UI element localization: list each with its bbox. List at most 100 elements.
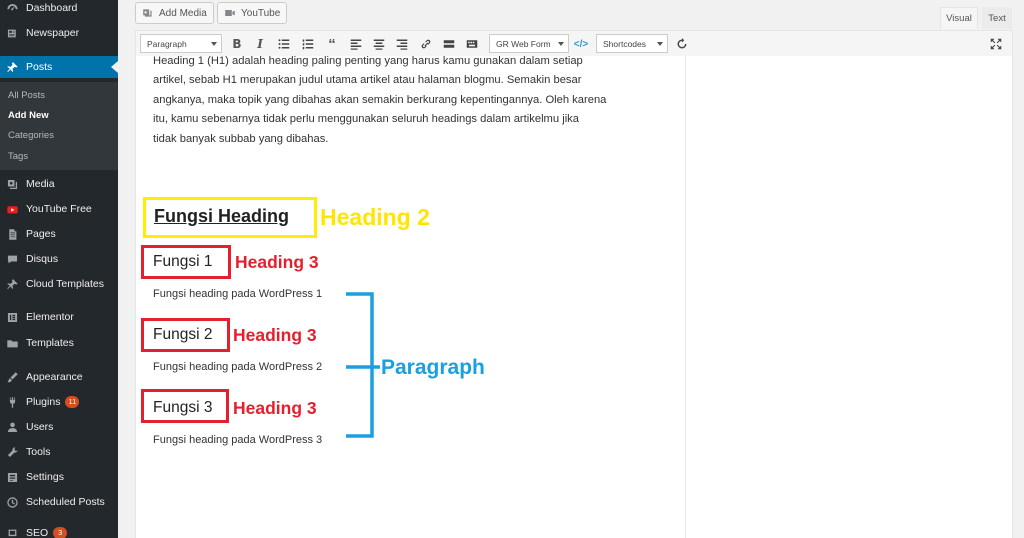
shortcodes-value: Shortcodes — [603, 38, 646, 49]
paragraph-line: Heading 1 (H1) adalah heading paling pen… — [153, 56, 583, 67]
paragraph-line: tidak banyak subbab yang dibahas. — [153, 132, 329, 145]
add-media-label: Add Media — [159, 7, 207, 19]
link-icon[interactable] — [418, 36, 434, 52]
bullet-list-icon[interactable] — [276, 36, 292, 52]
format-select-value: Paragraph — [147, 38, 187, 49]
read-more-icon[interactable] — [441, 36, 457, 52]
admin-sidebar: Dashboard Newspaper Posts All Posts Add … — [0, 0, 118, 538]
tab-text[interactable]: Text — [982, 7, 1012, 29]
numbered-list-icon[interactable] — [300, 36, 316, 52]
sidebar-item-label: Disqus — [26, 253, 59, 265]
sidebar-item-dashboard[interactable]: Dashboard — [0, 0, 118, 19]
submenu-tags[interactable]: Tags — [0, 146, 118, 166]
sidebar-item-appearance[interactable]: Appearance — [0, 366, 118, 388]
sidebar-item-scheduled-posts[interactable]: Scheduled Posts — [0, 491, 118, 513]
editor-toolbar: Paragraph B I “ GR Web Form </> Shortcod… — [135, 30, 1013, 56]
heading-3-highlight-box — [141, 318, 230, 352]
sidebar-item-users[interactable]: Users — [0, 416, 118, 438]
sidebar-item-cloud-templates[interactable]: Cloud Templates — [0, 273, 118, 295]
sidebar-item-label: Dashboard — [26, 2, 78, 14]
align-right-icon[interactable] — [394, 36, 410, 52]
align-center-icon[interactable] — [371, 36, 387, 52]
pages-icon — [5, 227, 19, 241]
sidebar-item-templates[interactable]: Templates — [0, 332, 118, 354]
sidebar-item-plugins[interactable]: Plugins 11 — [0, 391, 118, 413]
seo-icon — [5, 526, 19, 538]
submenu-categories[interactable]: Categories — [0, 125, 118, 145]
sidebar-item-media[interactable]: Media — [0, 173, 118, 195]
chevron-down-icon — [657, 42, 663, 46]
sidebar-item-label: Media — [26, 178, 55, 190]
gr-web-form-value: GR Web Form — [496, 38, 551, 49]
folder-icon — [5, 336, 19, 350]
elementor-icon — [5, 310, 19, 324]
settings-icon — [5, 470, 19, 484]
clock-icon — [5, 495, 19, 509]
submenu-all-posts[interactable]: All Posts — [0, 85, 118, 105]
sidebar-item-label: SEO — [26, 527, 49, 538]
sidebar-item-seo[interactable]: SEO 3 — [0, 522, 118, 538]
gr-web-form-select[interactable]: GR Web Form — [489, 34, 569, 53]
sidebar-item-pages[interactable]: Pages — [0, 223, 118, 245]
sidebar-item-label: Pages — [26, 228, 56, 240]
sidebar-item-settings[interactable]: Settings — [0, 466, 118, 488]
italic-icon[interactable]: I — [252, 36, 268, 52]
tools-icon — [5, 445, 19, 459]
pushpin-icon — [5, 277, 19, 291]
paragraph-annotation: Paragraph — [381, 356, 485, 379]
youtube-camera-icon — [225, 10, 235, 16]
format-select[interactable]: Paragraph — [140, 34, 222, 53]
sidebar-item-label: Tools — [26, 446, 51, 458]
fullscreen-icon[interactable] — [988, 36, 1004, 52]
heading-3-highlight-box — [141, 245, 231, 279]
media-icon — [5, 177, 19, 191]
heading-3-annotation: Heading 3 — [233, 325, 317, 345]
add-media-icon — [143, 9, 152, 17]
users-icon — [5, 420, 19, 434]
bold-icon[interactable]: B — [229, 36, 245, 52]
section-paragraph: Fungsi heading pada WordPress 1 — [153, 288, 323, 300]
paragraph-bracket — [346, 292, 380, 438]
pushpin-icon — [5, 60, 19, 74]
plugin-icon — [5, 395, 19, 409]
tab-visual[interactable]: Visual — [940, 7, 978, 29]
heading-3-annotation: Heading 3 — [233, 398, 317, 418]
toolbar-toggle-icon[interactable] — [464, 36, 480, 52]
brush-icon — [5, 370, 19, 384]
blockquote-icon[interactable]: “ — [324, 36, 340, 53]
wp-editor-screen: Dashboard Newspaper Posts All Posts Add … — [0, 0, 1024, 538]
sidebar-item-posts[interactable]: Posts — [0, 56, 118, 78]
intro-paragraph: Heading 1 (H1) adalah heading paling pen… — [153, 56, 669, 149]
sidebar-item-disqus[interactable]: Disqus — [0, 248, 118, 270]
sidebar-item-newspaper[interactable]: Newspaper — [0, 22, 118, 44]
paragraph-line: angkanya, maka topik yang dibahas akan s… — [153, 93, 607, 106]
sidebar-item-label: Settings — [26, 471, 64, 483]
shortcodes-select[interactable]: Shortcodes — [596, 34, 668, 53]
code-embed-icon[interactable]: </> — [573, 36, 589, 52]
editor-content-area[interactable]: Heading 1 (H1) adalah heading paling pen… — [135, 56, 686, 538]
heading-2-annotation: Heading 2 — [320, 204, 430, 230]
sidebar-item-label: Users — [26, 421, 54, 433]
sidebar-item-tools[interactable]: Tools — [0, 441, 118, 463]
section-paragraph: Fungsi heading pada WordPress 3 — [153, 434, 323, 446]
editor-right-area — [686, 56, 1013, 538]
chevron-down-icon — [558, 42, 564, 46]
refresh-icon[interactable] — [674, 36, 690, 52]
disqus-icon — [5, 252, 19, 266]
align-left-icon[interactable] — [348, 36, 364, 52]
sidebar-item-label: Cloud Templates — [26, 278, 105, 290]
youtube-icon — [5, 202, 19, 216]
sidebar-item-label: YouTube Free — [26, 203, 92, 215]
sidebar-item-label: Scheduled Posts — [26, 496, 105, 508]
sidebar-item-elementor[interactable]: Elementor — [0, 306, 118, 328]
paragraph-line: itu, kamu sebenarnya tidak perlu menggun… — [153, 113, 579, 126]
sidebar-item-label: Plugins — [26, 396, 61, 408]
youtube-button[interactable]: YouTube — [217, 2, 288, 24]
submenu-add-new[interactable]: Add New — [0, 105, 118, 125]
heading-3-highlight-box — [141, 389, 229, 423]
dashboard-icon — [5, 1, 19, 15]
add-media-button[interactable]: Add Media — [135, 2, 214, 24]
heading-3-annotation: Heading 3 — [235, 252, 319, 272]
sidebar-item-youtube-free[interactable]: YouTube Free — [0, 198, 118, 220]
sidebar-item-label: Posts — [26, 61, 53, 73]
